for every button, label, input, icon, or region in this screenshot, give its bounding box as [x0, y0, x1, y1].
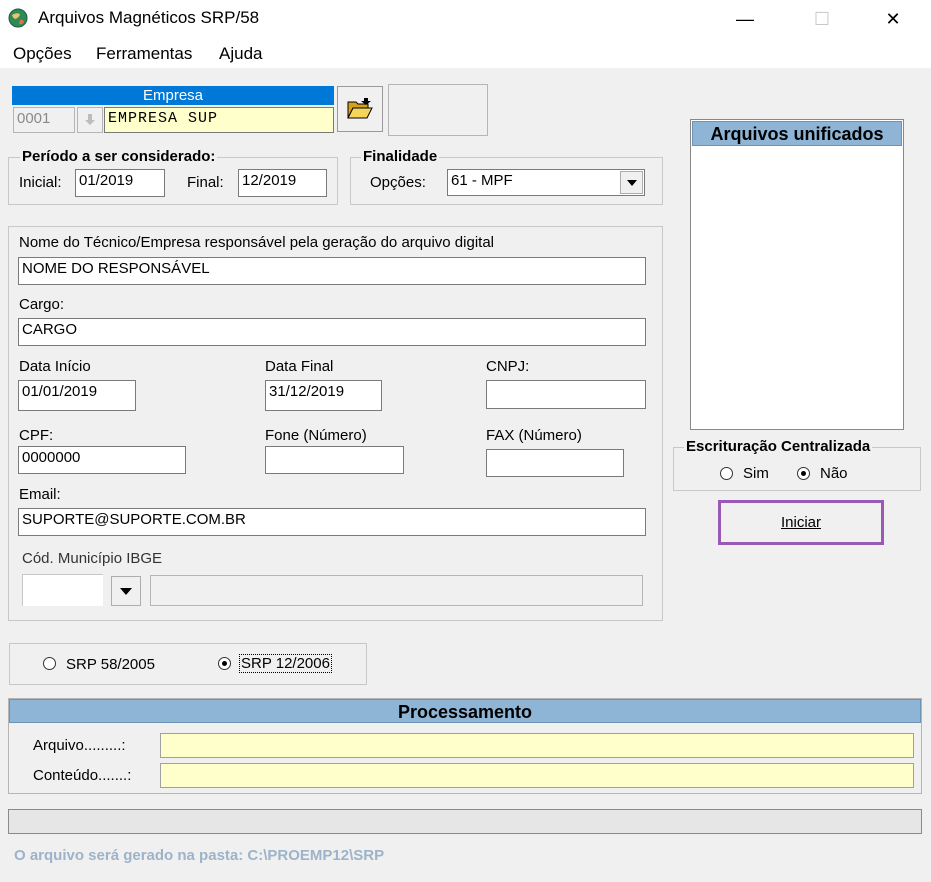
- conteudo-field: [160, 763, 914, 788]
- progress-bar: [8, 809, 922, 834]
- open-folder-icon: [347, 98, 373, 119]
- municipio-name-field: [150, 575, 643, 606]
- arquivo-label: Arquivo.........:: [33, 737, 126, 754]
- fax-label: FAX (Número): [486, 427, 582, 444]
- cnpj-label: CNPJ:: [486, 358, 530, 375]
- menu-ferramentas[interactable]: Ferramentas: [96, 44, 192, 64]
- window-title: Arquivos Magnéticos SRP/58: [38, 8, 260, 27]
- chevron-down-icon: [120, 587, 132, 595]
- empresa-name-field[interactable]: EMPRESA SUP: [104, 107, 334, 133]
- chevron-down-icon: [626, 179, 637, 186]
- menu-opcoes[interactable]: Opções: [13, 44, 72, 64]
- municipio-code-field[interactable]: [22, 574, 103, 606]
- opcoes-label: Opções:: [370, 174, 426, 191]
- status-message: O arquivo será gerado na pasta: C:\PROEM…: [14, 847, 385, 864]
- cpf-label: CPF:: [19, 427, 54, 444]
- escrituracao-sim-radio[interactable]: [720, 467, 733, 480]
- download-arrow-icon: [85, 114, 95, 125]
- cpf-field[interactable]: 0000000: [18, 446, 186, 474]
- escrituracao-nao-radio[interactable]: [797, 467, 810, 480]
- conteudo-label: Conteúdo.......:: [33, 767, 132, 784]
- cnpj-field[interactable]: [486, 380, 646, 409]
- fone-label: Fone (Número): [265, 427, 367, 444]
- maximize-button[interactable]: ☐: [799, 0, 845, 38]
- arquivo-field: [160, 733, 914, 758]
- fax-field[interactable]: [486, 449, 624, 477]
- empresa-header: Empresa: [12, 86, 334, 105]
- srp-58-label[interactable]: SRP 58/2005: [66, 656, 155, 673]
- arquivos-unificados-header: Arquivos unificados: [692, 121, 902, 146]
- finalidade-legend: Finalidade: [361, 148, 440, 165]
- nome-label: Nome do Técnico/Empresa responsável pela…: [19, 234, 494, 251]
- empresa-logo-panel: [388, 84, 488, 136]
- iniciar-button[interactable]: Iniciar: [718, 500, 884, 545]
- menu-ajuda[interactable]: Ajuda: [219, 44, 262, 64]
- final-label: Final:: [187, 174, 224, 191]
- finalidade-dropdown-button[interactable]: [620, 171, 643, 194]
- cargo-field[interactable]: CARGO: [18, 318, 646, 346]
- iniciar-label: Iniciar: [780, 514, 821, 531]
- data-inicio-field[interactable]: 01/01/2019: [18, 380, 136, 411]
- municipio-dropdown-button[interactable]: [111, 576, 141, 606]
- escrituracao-sim-label[interactable]: Sim: [743, 465, 769, 482]
- fone-field[interactable]: [265, 446, 404, 474]
- email-field[interactable]: SUPORTE@SUPORTE.COM.BR: [18, 508, 646, 536]
- periodo-final-field[interactable]: 12/2019: [238, 169, 327, 197]
- finalidade-select[interactable]: 61 - MPF: [447, 169, 645, 196]
- processamento-header: Processamento: [9, 699, 921, 723]
- srp-12-label[interactable]: SRP 12/2006: [239, 654, 332, 673]
- arquivos-unificados-list[interactable]: [690, 119, 904, 430]
- srp-12-radio[interactable]: [218, 657, 231, 670]
- data-inicio-label: Data Início: [19, 358, 91, 375]
- cargo-label: Cargo:: [19, 296, 65, 313]
- escrituracao-legend: Escrituração Centralizada: [684, 438, 873, 455]
- open-folder-button[interactable]: [337, 86, 383, 132]
- close-button[interactable]: ✕: [870, 0, 916, 38]
- inicial-label: Inicial:: [19, 174, 62, 191]
- data-final-field[interactable]: 31/12/2019: [265, 380, 382, 411]
- empresa-code-field[interactable]: 0001: [13, 107, 75, 133]
- periodo-inicial-field[interactable]: 01/2019: [75, 169, 165, 197]
- municipio-label: Cód. Município IBGE: [22, 550, 163, 567]
- email-label: Email:: [19, 486, 61, 503]
- srp-58-radio[interactable]: [43, 657, 56, 670]
- escrituracao-nao-label[interactable]: Não: [820, 465, 848, 482]
- nome-field[interactable]: NOME DO RESPONSÁVEL: [18, 257, 646, 285]
- empresa-lookup-button[interactable]: [77, 107, 103, 133]
- periodo-legend: Período a ser considerado:: [20, 148, 218, 165]
- app-globe-icon: [8, 8, 28, 28]
- data-final-label: Data Final: [265, 358, 334, 375]
- finalidade-select-value: 61 - MPF: [451, 172, 513, 189]
- minimize-button[interactable]: —: [722, 0, 768, 38]
